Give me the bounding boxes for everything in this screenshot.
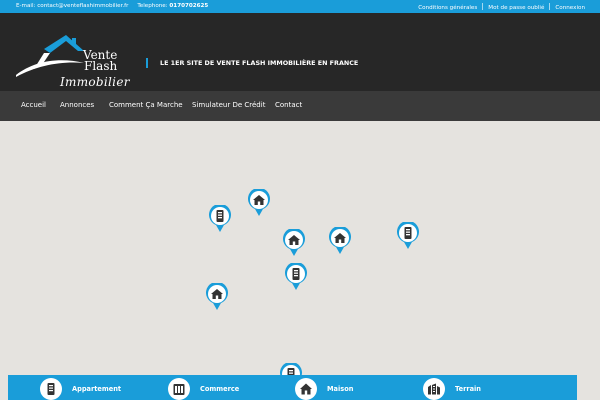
terrain-icon <box>423 378 445 400</box>
divider <box>549 3 551 10</box>
map-marker-maison[interactable] <box>282 229 306 257</box>
nav-item-simulateur-de-credit[interactable]: Simulateur De Crédit <box>192 101 265 109</box>
logo-immobilier: Immobilier <box>60 75 130 89</box>
top-links: Conditions générales Mot de passe oublié C… <box>418 3 585 11</box>
map-marker-maison[interactable] <box>328 227 352 255</box>
nav-item-contact[interactable]: Contact <box>275 101 302 109</box>
site-logo[interactable]: Vente Flash Immobilier <box>14 35 134 89</box>
map-marker-appartement[interactable] <box>284 263 308 291</box>
forgot-password-link[interactable]: Mot de passe oublié <box>488 5 544 11</box>
site-header: Vente Flash Immobilier LE 1ER SITE DE VE… <box>0 13 600 91</box>
nav-item-accueil[interactable]: Accueil <box>21 101 46 109</box>
phone-label: Telephone: <box>137 3 170 9</box>
maison-icon <box>206 283 228 310</box>
tagline-accent-bar <box>146 58 148 68</box>
top-info-bar: E-mail: contact@venteflashimmobilier.fr … <box>0 0 600 13</box>
maison-icon <box>295 378 317 400</box>
maison-icon <box>283 229 305 256</box>
category-label: Commerce <box>200 385 240 393</box>
appartement-icon <box>285 263 307 290</box>
tagline: LE 1ER SITE DE VENTE FLASH IMMOBILIÈRE E… <box>160 59 359 67</box>
category-filter-bar: Appartement Commerce Maison Terrain <box>8 375 577 400</box>
nav-item-comment-ca-marche[interactable]: Comment Ça Marche <box>109 101 183 109</box>
main-nav: Accueil Annonces Comment Ça Marche Simul… <box>0 91 600 121</box>
maison-icon <box>329 227 351 254</box>
login-link[interactable]: Connexion <box>555 5 585 11</box>
phone-number[interactable]: 0170702625 <box>169 3 208 9</box>
property-map[interactable] <box>0 121 600 400</box>
appartement-icon <box>209 205 231 232</box>
category-label: Terrain <box>455 385 482 393</box>
divider <box>482 3 484 10</box>
commerce-icon <box>168 378 190 400</box>
email-text[interactable]: E-mail: contact@venteflashimmobilier.fr <box>16 3 128 9</box>
nav-item-annonces[interactable]: Annonces <box>60 101 94 109</box>
appartement-icon <box>397 222 419 249</box>
category-label: Maison <box>327 385 354 393</box>
map-marker-appartement[interactable] <box>208 205 232 233</box>
map-marker-appartement[interactable] <box>396 222 420 250</box>
map-marker-maison[interactable] <box>205 283 229 311</box>
map-marker-maison[interactable] <box>247 189 271 217</box>
maison-icon <box>248 189 270 216</box>
terms-link[interactable]: Conditions générales <box>418 5 477 11</box>
appartement-icon <box>40 378 62 400</box>
logo-flash: Flash <box>84 59 118 73</box>
contact-info: E-mail: contact@venteflashimmobilier.fr … <box>16 3 208 9</box>
category-label: Appartement <box>72 385 122 393</box>
